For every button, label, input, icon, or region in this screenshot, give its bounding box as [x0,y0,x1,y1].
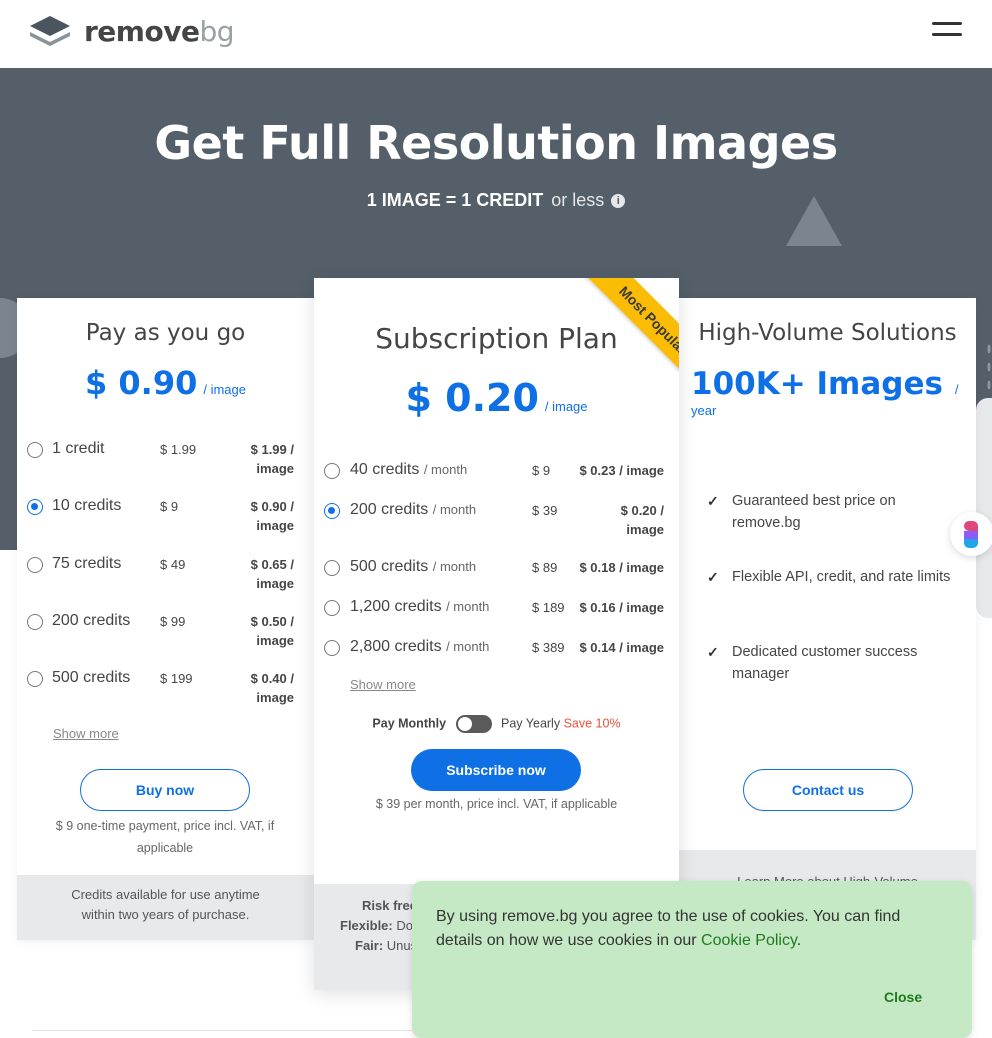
hamburger-menu-icon[interactable] [932,22,964,44]
logo-text: removebg [84,14,234,48]
radio-unselected[interactable] [324,560,340,576]
show-more-link[interactable]: Show more [53,726,119,741]
option-label: 1 credit [52,440,105,457]
option-price: $ 99 [160,614,186,629]
radio-unselected[interactable] [324,640,340,656]
option-per-image: $ 0.50 /image [250,614,294,648]
card-title: High-Volume Solutions [698,320,957,346]
cookie-close-button[interactable]: Close [884,989,922,1005]
card-footer: Credits available for use anytime within… [17,875,314,940]
option-label: 2,800 credits / month [350,638,490,655]
cookie-banner: By using remove.bg you agree to the use … [412,881,972,1038]
logo-icon [28,14,72,48]
option-per-image: $ 0.90 /image [250,499,294,533]
option-per-image: $ 0.23 / image [579,463,664,478]
option-per-image: $ 0.14 / image [579,640,664,655]
option-label: 500 credits / month [350,558,477,575]
feature-item: ✓ Guaranteed best price on remove.bg [707,490,957,534]
card-price: 100K+ Images / year [691,366,959,418]
show-more-link[interactable]: Show more [350,677,416,692]
radio-unselected[interactable] [27,557,43,573]
payment-note: $ 9 one-time payment, price incl. VAT, i… [55,819,275,855]
floating-widget-icon[interactable] [950,512,992,556]
checkmark-icon: ✓ [707,493,719,509]
feature-item: ✓ Dedicated customer success manager [707,641,957,685]
option-label: 40 credits / month [350,461,468,478]
cookie-policy-link[interactable]: Cookie Policy [701,932,797,949]
radio-selected[interactable] [324,503,340,519]
payment-note: $ 39 per month, price incl. VAT, if appl… [375,797,618,811]
radio-unselected[interactable] [27,442,43,458]
option-per-image: $ 0.16 / image [579,600,664,615]
option-per-image: $ 0.20 /image [620,503,664,537]
contact-us-button[interactable]: Contact us [743,769,913,811]
option-price: $ 9 [160,499,179,514]
billing-toggle-switch[interactable] [455,715,492,733]
option-per-image: $ 1.99 /image [250,442,294,476]
offscreen-card-edge [976,398,992,618]
card-title: Subscription Plan [375,322,618,355]
divider [32,1030,432,1031]
option-label: 75 credits [52,555,122,572]
option-label: 200 credits / month [350,501,477,518]
option-per-image: $ 0.18 / image [579,560,664,575]
subscribe-now-button[interactable]: Subscribe now [411,749,581,791]
option-price: $ 49 [160,557,186,572]
billing-toggle-row: Pay Monthly Pay Yearly Save 10% [314,715,679,733]
high-volume-card: High-Volume Solutions 100K+ Images / year… [679,298,976,940]
option-label: 1,200 credits / month [350,598,490,615]
feature-item: ✓ Flexible API, credit, and rate limits [707,566,957,588]
pay-monthly-label: Pay Monthly [372,716,447,731]
option-per-image: $ 0.40 /image [250,671,294,705]
radio-unselected[interactable] [27,671,43,687]
info-icon[interactable]: i [611,194,626,209]
radio-selected[interactable] [27,499,43,515]
pay-yearly-label: Pay Yearly [501,716,561,731]
radio-unselected[interactable] [27,614,43,630]
option-per-image: $ 0.65 /image [250,557,294,591]
checkmark-icon: ✓ [707,569,719,585]
hero-subtitle: 1 IMAGE = 1 CREDIT or less i [0,190,992,211]
option-price: $ 1.99 [160,442,197,457]
checkmark-icon: ✓ [707,644,719,660]
page-title: Get Full Resolution Images [154,116,838,170]
pay-as-you-go-card: Pay as you go $ 0.90/ image 1 credit $ 1.… [17,298,314,940]
top-header: removebg [0,0,992,68]
card-price: $ 0.20/ image [405,376,588,420]
option-label: 500 credits [52,669,131,686]
cookie-text: By using remove.bg you agree to the use … [436,908,901,949]
radio-unselected[interactable] [324,600,340,616]
card-title: Pay as you go [85,320,246,346]
option-price: $ 9 [532,463,551,478]
save-badge: Save 10% [563,716,621,731]
card-price: $ 0.90/ image [85,364,246,402]
logo[interactable]: removebg [28,14,234,48]
option-label: 200 credits [52,612,131,629]
radio-unselected[interactable] [324,463,340,479]
option-price: $ 199 [160,671,193,686]
buy-now-button[interactable]: Buy now [80,769,250,811]
option-label: 10 credits [52,497,122,514]
